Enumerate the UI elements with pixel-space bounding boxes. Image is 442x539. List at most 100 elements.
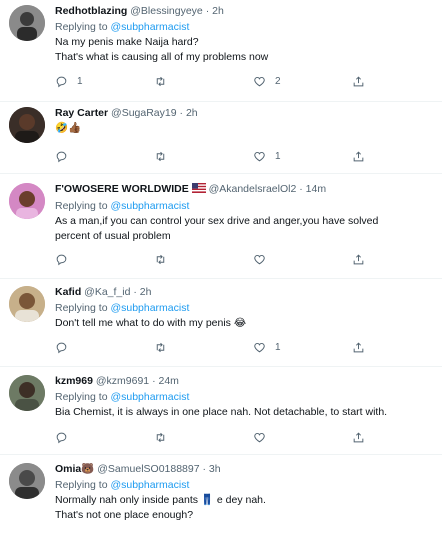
like-button[interactable]: 1 — [253, 339, 281, 355]
tweet-text-line: percent of usual problem — [55, 230, 171, 242]
tweet[interactable]: Omia🐻 @SamuelSO0188897 · 3h Replying to … — [0, 455, 442, 539]
retweet-button[interactable] — [154, 339, 176, 355]
retweet-button[interactable] — [154, 148, 176, 164]
heart-icon — [254, 254, 265, 264]
tweet-text: Don't tell me what to do with my penis 😂 — [55, 316, 434, 331]
tweet-header: kzm969 @kzm9691 · 24m — [55, 374, 434, 388]
reply-button[interactable] — [55, 148, 77, 164]
tweet-text-line: That's not one place enough? — [55, 509, 194, 521]
avatar[interactable] — [9, 183, 45, 219]
timestamp[interactable]: 2h — [140, 286, 152, 298]
avatar[interactable] — [9, 286, 45, 322]
replying-to: Replying to @subpharmacist — [55, 390, 434, 404]
separator: · — [152, 375, 156, 387]
user-handle[interactable]: @kzm9691 — [96, 375, 149, 387]
user-handle[interactable]: @SamuelSO0188897 — [97, 463, 199, 475]
tweet-text: Bia Chemist, it is always in one place n… — [55, 405, 434, 420]
display-name[interactable]: Redhotblazing — [55, 5, 127, 17]
share-button[interactable] — [352, 429, 365, 445]
tweet-header: Omia🐻 @SamuelSO0188897 · 3h — [55, 462, 434, 476]
action-bar — [55, 251, 375, 267]
mention-link[interactable]: @subpharmacist — [110, 479, 189, 491]
reply-button[interactable] — [55, 339, 77, 355]
tweet[interactable]: kzm969 @kzm9691 · 24m Replying to @subph… — [0, 367, 442, 455]
replying-prefix: Replying to — [55, 200, 111, 212]
share-button[interactable] — [352, 339, 365, 355]
action-bar: 1 — [55, 148, 375, 164]
retweet-button[interactable] — [154, 251, 176, 267]
display-name[interactable]: Ray Carter — [55, 107, 108, 119]
avatar[interactable] — [9, 107, 45, 143]
reply-button[interactable] — [55, 251, 77, 267]
share-button[interactable] — [352, 148, 365, 164]
avatar[interactable] — [9, 5, 45, 41]
tweet[interactable]: Redhotblazing @Blessingyeye · 2h Replyin… — [0, 0, 442, 102]
share-icon — [353, 341, 364, 352]
timestamp[interactable]: 2h — [186, 107, 198, 119]
tweet-header: Kafid @Ka_f_id · 2h — [55, 285, 434, 299]
like-count: 2 — [275, 75, 281, 87]
separator: · — [205, 5, 210, 17]
mention-link[interactable]: @subpharmacist — [110, 302, 189, 314]
replying-to: Replying to @subpharmacist — [55, 301, 434, 315]
mention-link[interactable]: @subpharmacist — [110, 21, 189, 33]
tweet-text-line: 🤣👍🏾 — [55, 122, 82, 134]
timestamp[interactable]: 2h — [212, 5, 224, 17]
tweet-text-line: Normally nah only inside pants 👖 e dey n… — [55, 494, 266, 506]
retweet-icon — [156, 432, 165, 442]
tweet-header: F'OWOSERE WORLDWIDE @AkandelsraelOl2 · 1… — [55, 182, 434, 197]
timestamp[interactable]: 3h — [209, 463, 221, 475]
like-button[interactable] — [253, 251, 275, 267]
user-handle[interactable]: @Ka_f_id — [84, 286, 130, 298]
tweet-text: Normally nah only inside pants 👖 e dey n… — [55, 493, 434, 523]
tweet[interactable]: Kafid @Ka_f_id · 2h Replying to @subphar… — [0, 279, 442, 367]
reply-icon — [56, 151, 67, 162]
display-name[interactable]: kzm969 — [55, 375, 93, 387]
timestamp[interactable]: 14m — [306, 183, 326, 195]
separator: · — [299, 183, 303, 195]
display-name[interactable]: F'OWOSERE WORLDWIDE — [55, 183, 189, 195]
tweet[interactable]: Ray Carter @SugaRay19 · 2h 🤣👍🏾 1 — [0, 102, 442, 174]
timestamp[interactable]: 24m — [158, 375, 178, 387]
tweet-text: As a man,if you can control your sex dri… — [55, 214, 434, 244]
retweet-icon — [156, 254, 165, 264]
reply-button[interactable] — [55, 429, 77, 445]
mention-link[interactable]: @subpharmacist — [110, 391, 189, 403]
tweet-text: Na my penis make Naija hard? That's what… — [55, 35, 434, 65]
tweet-text-line: As a man,if you can control your sex dri… — [55, 215, 379, 227]
heart-icon — [254, 76, 265, 86]
like-button[interactable]: 1 — [253, 148, 281, 164]
separator: · — [133, 286, 137, 298]
display-name[interactable]: Omia🐻 — [55, 463, 94, 475]
replying-prefix: Replying to — [55, 302, 111, 314]
retweet-button[interactable] — [154, 429, 176, 445]
separator: · — [179, 107, 184, 119]
tweet-text-line: Don't tell me what to do with my penis 😂 — [55, 317, 247, 329]
share-icon — [353, 253, 364, 264]
user-handle[interactable]: @Blessingyeye — [130, 5, 203, 17]
display-name[interactable]: Kafid — [55, 286, 81, 298]
tweet[interactable]: F'OWOSERE WORLDWIDE @AkandelsraelOl2 · 1… — [0, 174, 442, 279]
avatar[interactable] — [9, 463, 45, 499]
avatar[interactable] — [9, 375, 45, 411]
user-handle[interactable]: @AkandelsraelOl2 — [209, 183, 297, 195]
reply-button[interactable]: 1 — [55, 73, 83, 89]
action-bar: 1 2 — [55, 73, 375, 89]
reply-icon — [56, 76, 67, 87]
tweet-text: 🤣👍🏾 — [55, 121, 434, 136]
retweet-button[interactable] — [154, 73, 176, 89]
mention-link[interactable]: @subpharmacist — [110, 200, 189, 212]
heart-icon — [254, 342, 265, 352]
share-button[interactable] — [352, 251, 365, 267]
share-button[interactable] — [352, 73, 365, 89]
us-flag-icon — [191, 183, 206, 197]
reply-icon — [56, 342, 67, 353]
like-count: 1 — [275, 341, 281, 353]
like-button[interactable]: 2 — [253, 73, 281, 89]
share-icon — [353, 150, 364, 161]
tweet-header: Redhotblazing @Blessingyeye · 2h — [55, 4, 434, 18]
user-handle[interactable]: @SugaRay19 — [111, 107, 177, 119]
like-button[interactable] — [253, 429, 275, 445]
separator: · — [202, 463, 207, 475]
retweet-icon — [156, 76, 165, 86]
